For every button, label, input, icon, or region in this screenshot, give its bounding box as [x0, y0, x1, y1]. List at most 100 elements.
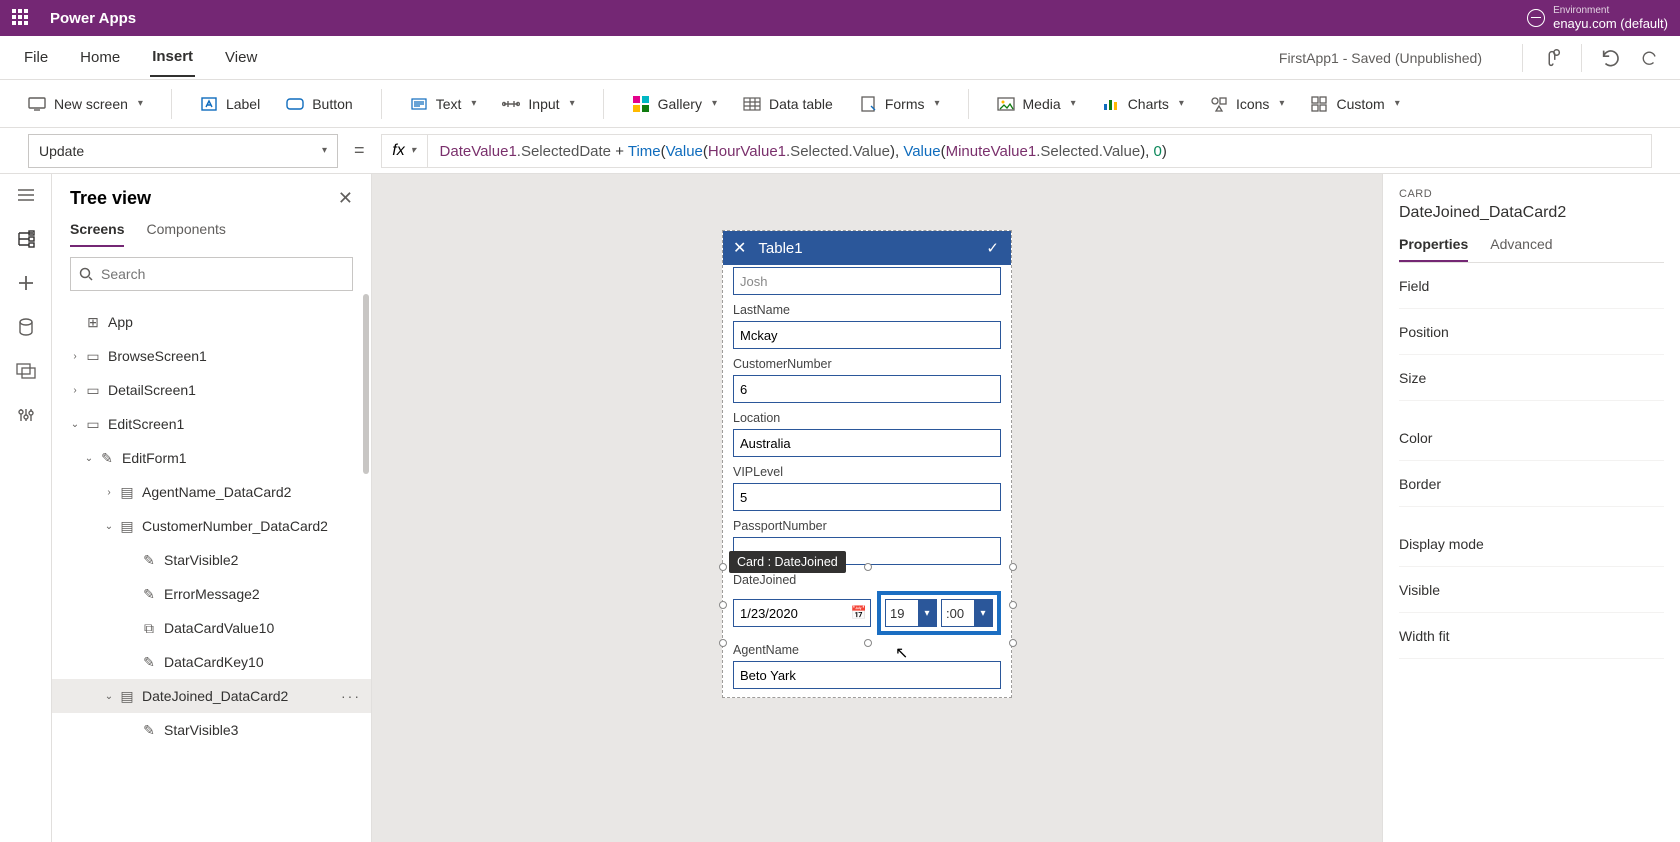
chevron-down-icon[interactable]: ⌄ [68, 419, 82, 430]
calendar-icon[interactable]: 📅 [851, 605, 867, 621]
label-button[interactable]: Label [200, 95, 260, 113]
chevron-down-icon[interactable]: ⌄ [82, 453, 96, 464]
button-button[interactable]: Button [286, 95, 352, 113]
tree-search[interactable] [70, 257, 353, 291]
custom-button[interactable]: Custom▾ [1310, 95, 1399, 113]
chevron-right-icon[interactable]: › [68, 385, 82, 396]
tree-item-app[interactable]: ⊞App [52, 305, 371, 339]
agentname-label: AgentName [733, 643, 1001, 657]
search-icon [79, 267, 93, 281]
charts-button[interactable]: Charts▾ [1102, 95, 1184, 113]
menu-view[interactable]: View [223, 39, 259, 76]
prop-border[interactable]: Border [1399, 461, 1664, 507]
tree-view-icon[interactable] [15, 228, 37, 250]
canvas[interactable]: ✕ Table1 ✓ LastName CustomerNumber Locat… [372, 174, 1382, 842]
button-button-text: Button [312, 96, 352, 112]
property-selector[interactable]: Update ▾ [28, 134, 338, 168]
forms-label: Forms [885, 96, 925, 112]
formula-bar: Update ▾ = fx▾ DateValue1.SelectedDate +… [0, 128, 1680, 174]
gallery-button[interactable]: Gallery▾ [632, 95, 717, 113]
datejoined-label: DateJoined [733, 573, 1001, 587]
tree-item-customercard[interactable]: ⌄▤CustomerNumber_DataCard2 [52, 509, 371, 543]
formula-input[interactable]: DateValue1.SelectedDate + Time(Value(Hou… [428, 142, 1651, 160]
tree-item-starvisible3[interactable]: ✎StarVisible3 [52, 713, 371, 747]
chevron-down-icon[interactable]: ⌄ [102, 691, 116, 702]
viplevel-field[interactable] [733, 483, 1001, 511]
tab-advanced[interactable]: Advanced [1490, 236, 1552, 262]
tree-item-datacardvalue10[interactable]: ⧉DataCardValue10 [52, 611, 371, 645]
insert-rail-icon[interactable] [15, 272, 37, 294]
tab-components[interactable]: Components [146, 221, 225, 247]
chevron-right-icon[interactable]: › [102, 487, 116, 498]
menu-bar: File Home Insert View FirstApp1 - Saved … [0, 36, 1680, 80]
check-icon[interactable]: ✓ [986, 239, 999, 257]
tree-item-datejoinedcard[interactable]: ⌄▤DateJoined_DataCard2··· [52, 679, 371, 713]
input-icon [502, 95, 520, 113]
chevron-down-icon: ▾ [1071, 98, 1076, 109]
control-name: DateJoined_DataCard2 [1399, 204, 1664, 222]
tree-item-starvisible2[interactable]: ✎StarVisible2 [52, 543, 371, 577]
tree-item-datacardkey10[interactable]: ✎DataCardKey10 [52, 645, 371, 679]
customernumber-field[interactable] [733, 375, 1001, 403]
hamburger-icon[interactable] [15, 184, 37, 206]
new-screen-button[interactable]: New screen▾ [28, 95, 143, 113]
location-field[interactable] [733, 429, 1001, 457]
data-table-label: Data table [769, 96, 833, 112]
menu-insert[interactable]: Insert [150, 38, 195, 77]
agentname-field[interactable] [733, 661, 1001, 689]
lastname-field[interactable] [733, 321, 1001, 349]
charts-icon [1102, 95, 1120, 113]
firstname-field[interactable] [733, 267, 1001, 295]
app-launcher-icon[interactable] [12, 9, 30, 27]
tree-item-editform[interactable]: ⌄✎EditForm1 [52, 441, 371, 475]
tree-title: Tree view [70, 188, 151, 209]
input-button[interactable]: Input▾ [502, 95, 574, 113]
prop-field[interactable]: Field [1399, 263, 1664, 309]
data-table-button[interactable]: Data table [743, 95, 833, 113]
tree-item-detailscreen[interactable]: ›▭DetailScreen1 [52, 373, 371, 407]
card-icon: ▤ [118, 483, 136, 501]
menu-file[interactable]: File [22, 39, 50, 76]
text-button[interactable]: Text▾ [410, 95, 477, 113]
prop-width-fit[interactable]: Width fit [1399, 613, 1664, 659]
chevron-down-icon: ▾ [1279, 98, 1284, 109]
prop-visible[interactable]: Visible [1399, 567, 1664, 613]
app-checker-icon[interactable] [1541, 47, 1563, 69]
chevron-down-icon: ▾ [471, 98, 476, 109]
tree-item-editscreen[interactable]: ⌄▭EditScreen1 [52, 407, 371, 441]
settings-rail-icon[interactable] [15, 404, 37, 426]
media-rail-icon[interactable] [15, 360, 37, 382]
environment-picker[interactable]: Environment enayu.com (default) [1527, 6, 1668, 31]
tab-properties[interactable]: Properties [1399, 236, 1468, 262]
more-icon[interactable]: ··· [341, 688, 361, 704]
icons-label: Icons [1236, 96, 1269, 112]
prop-size[interactable]: Size [1399, 355, 1664, 401]
fx-icon[interactable]: fx▾ [382, 135, 428, 167]
tab-screens[interactable]: Screens [70, 221, 124, 247]
chevron-right-icon[interactable]: › [68, 351, 82, 362]
chevron-down-icon[interactable]: ⌄ [102, 521, 116, 532]
data-rail-icon[interactable] [15, 316, 37, 338]
scrollbar-thumb[interactable] [363, 294, 369, 474]
redo-icon[interactable] [1640, 47, 1658, 69]
prop-position[interactable]: Position [1399, 309, 1664, 355]
tree-item-browsescreen[interactable]: ›▭BrowseScreen1 [52, 339, 371, 373]
media-button[interactable]: Media▾ [997, 95, 1076, 113]
prop-color[interactable]: Color [1399, 415, 1664, 461]
hour-select[interactable]: 19▾ [885, 599, 937, 627]
tree-item-errormessage2[interactable]: ✎ErrorMessage2 [52, 577, 371, 611]
search-input[interactable] [101, 266, 344, 282]
minute-select[interactable]: :00▾ [941, 599, 993, 627]
close-icon[interactable]: ✕ [733, 238, 746, 258]
app-title: Power Apps [50, 10, 136, 27]
forms-button[interactable]: Forms▾ [859, 95, 940, 113]
screen-icon: ▭ [84, 381, 102, 399]
tree-item-agentcard[interactable]: ›▤AgentName_DataCard2 [52, 475, 371, 509]
menu-home[interactable]: Home [78, 39, 122, 76]
media-icon [997, 95, 1015, 113]
prop-display-mode[interactable]: Display mode [1399, 521, 1664, 567]
formula-box[interactable]: fx▾ DateValue1.SelectedDate + Time(Value… [381, 134, 1652, 168]
icons-button[interactable]: Icons ▾ [1210, 95, 1285, 113]
undo-icon[interactable] [1600, 47, 1622, 69]
close-icon[interactable]: ✕ [338, 188, 353, 209]
